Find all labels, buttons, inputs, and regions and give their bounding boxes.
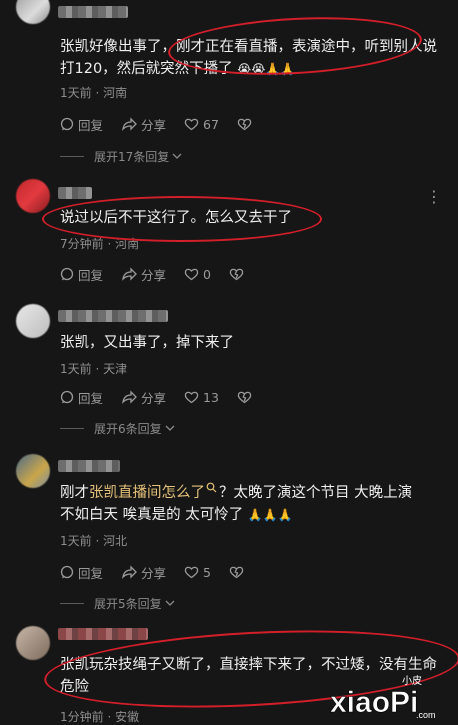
broken-heart-icon bbox=[237, 118, 252, 131]
comment-actions: 回复 分享 13 bbox=[60, 388, 274, 406]
divider bbox=[60, 427, 84, 429]
dislike-button[interactable] bbox=[237, 117, 256, 131]
dislike-button[interactable] bbox=[229, 565, 248, 579]
heart-icon bbox=[184, 268, 199, 281]
reply-icon bbox=[60, 267, 74, 281]
comment-text: 张凯，又出事了，掉下来了 bbox=[60, 335, 234, 351]
search-icon bbox=[206, 482, 217, 493]
like-count: 0 bbox=[203, 266, 211, 282]
divider bbox=[60, 602, 84, 604]
comment-text: 刚才张凯直播间怎么了 ？太晚了演这个节目 大晚上演不如白天 唉真是的 太可怜了 🙏… bbox=[60, 482, 420, 526]
comment-text: 说过以后不干这行了。怎么又去干了 bbox=[60, 210, 292, 226]
broken-heart-icon bbox=[237, 391, 252, 404]
reply-button[interactable]: 回复 bbox=[60, 115, 103, 134]
share-icon bbox=[122, 390, 137, 404]
reply-button[interactable]: 回复 bbox=[60, 265, 103, 284]
share-button[interactable]: 分享 bbox=[121, 265, 166, 284]
avatar[interactable] bbox=[16, 0, 50, 24]
username-blurred[interactable] bbox=[58, 460, 120, 472]
avatar[interactable] bbox=[16, 454, 50, 488]
emoji-group: 😭😭🙏🙏 bbox=[237, 62, 296, 76]
xiaopi-logo-icon: 小皮 xiaoPi .com bbox=[330, 674, 436, 720]
emoji-group: 🙏🙏🙏 bbox=[247, 508, 293, 522]
expand-replies[interactable]: 展开5条回复 bbox=[60, 595, 175, 611]
broken-heart-icon bbox=[229, 566, 244, 579]
like-button[interactable]: 13 bbox=[184, 390, 219, 405]
expand-replies[interactable]: 展开6条回复 bbox=[60, 420, 175, 436]
divider bbox=[60, 155, 84, 157]
avatar[interactable] bbox=[16, 304, 50, 338]
username-blurred[interactable] bbox=[58, 628, 148, 640]
search-link[interactable]: 张凯直播间怎么了 bbox=[89, 482, 219, 501]
like-button[interactable]: 5 bbox=[184, 565, 211, 580]
comment-actions: 回复 分享 5 bbox=[60, 563, 266, 581]
share-icon bbox=[122, 267, 137, 281]
reply-icon bbox=[60, 117, 74, 131]
comment-actions: 回复 分享 67 bbox=[60, 115, 274, 133]
like-count: 5 bbox=[203, 564, 211, 580]
share-icon bbox=[122, 565, 137, 579]
comment-meta: 1天前 · 河北 bbox=[60, 534, 128, 548]
comment-meta: 1分钟前 · 安徽 bbox=[60, 710, 140, 724]
avatar[interactable] bbox=[16, 626, 50, 660]
like-button[interactable]: 67 bbox=[184, 117, 219, 132]
like-count: 67 bbox=[203, 116, 219, 132]
heart-icon bbox=[184, 391, 199, 404]
svg-text:xiaoPi: xiaoPi bbox=[330, 686, 418, 719]
expand-replies[interactable]: 展开17条回复 bbox=[60, 148, 182, 164]
dislike-button[interactable] bbox=[237, 390, 256, 404]
username-blurred[interactable] bbox=[58, 187, 92, 199]
comment-text: 张凯好像出事了，刚才正在看直播，表演途中，听到别人说打120，然后就突然下播了 … bbox=[60, 39, 437, 77]
broken-heart-icon bbox=[229, 268, 244, 281]
like-count: 13 bbox=[203, 389, 219, 405]
heart-icon bbox=[184, 118, 199, 131]
reply-icon bbox=[60, 390, 74, 404]
heart-icon bbox=[184, 566, 199, 579]
reply-icon bbox=[60, 565, 74, 579]
username-blurred[interactable] bbox=[58, 6, 128, 18]
like-button[interactable]: 0 bbox=[184, 267, 211, 282]
comment-meta: 1天前 · 天津 bbox=[60, 362, 128, 376]
reply-button[interactable]: 回复 bbox=[60, 388, 103, 407]
comment-meta: 1天前 · 河南 bbox=[60, 86, 128, 100]
more-options-icon[interactable]: ⋮ bbox=[426, 187, 442, 206]
chevron-down-icon bbox=[165, 600, 175, 606]
avatar[interactable] bbox=[16, 179, 50, 213]
share-icon bbox=[122, 117, 137, 131]
site-watermark: 小皮 xiaoPi .com bbox=[330, 670, 450, 720]
share-button[interactable]: 分享 bbox=[121, 563, 166, 582]
username-blurred[interactable] bbox=[58, 310, 168, 322]
comment-meta: 7分钟前 · 河南 bbox=[60, 237, 140, 251]
share-button[interactable]: 分享 bbox=[121, 115, 166, 134]
reply-button[interactable]: 回复 bbox=[60, 563, 103, 582]
chevron-down-icon bbox=[165, 425, 175, 431]
chevron-down-icon bbox=[172, 153, 182, 159]
share-button[interactable]: 分享 bbox=[121, 388, 166, 407]
svg-text:.com: .com bbox=[416, 710, 436, 720]
comment-actions: 回复 分享 0 bbox=[60, 265, 266, 283]
dislike-button[interactable] bbox=[229, 267, 248, 281]
